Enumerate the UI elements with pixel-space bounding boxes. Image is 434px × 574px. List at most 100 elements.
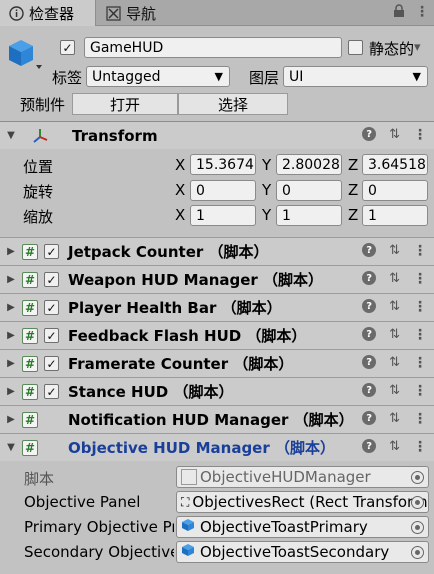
component-title: Jetpack Counter （脚本） [68, 243, 269, 261]
help-icon[interactable]: ? [362, 299, 377, 313]
rotation-x-input[interactable]: 0 [190, 180, 256, 201]
more-options-icon[interactable]: ⋮ [413, 327, 427, 343]
tab-navigation[interactable]: 导航 [97, 0, 187, 26]
objective-panel-label: Objective Panel [24, 493, 141, 511]
object-picker-icon[interactable] [411, 521, 424, 534]
expand-arrow-icon[interactable]: ▶ [0, 246, 22, 257]
info-icon [8, 5, 24, 21]
help-icon[interactable]: ? [362, 271, 377, 285]
more-options-icon[interactable]: ⋮ [413, 439, 427, 455]
more-options-icon[interactable]: ⋮ [413, 355, 427, 371]
object-name-value: GameHUD [90, 39, 164, 56]
chevron-down-icon: ▼ [412, 70, 421, 83]
expand-arrow-icon[interactable]: ▶ [0, 386, 22, 397]
script-icon: # [22, 243, 38, 260]
more-options-icon[interactable]: ⋮ [415, 4, 429, 22]
more-options-icon[interactable]: ⋮ [413, 243, 427, 259]
transform-header[interactable]: ▼ Transform ? ⇅ ⋮ [0, 121, 434, 149]
script-icon [181, 469, 197, 485]
collapse-arrow-icon[interactable]: ▼ [0, 130, 22, 141]
more-options-icon[interactable]: ⋮ [413, 127, 427, 143]
component-enabled-checkbox[interactable]: ✓ [44, 272, 59, 287]
presets-icon[interactable]: ⇅ [389, 243, 400, 259]
component-title: Objective HUD Manager （脚本） [68, 439, 335, 457]
component-tools: ? ⇅ ⋮ [362, 271, 427, 287]
position-x-input[interactable]: 15.3674 [190, 154, 256, 175]
scale-x-input[interactable]: 1 [190, 205, 256, 226]
presets-icon[interactable]: ⇅ [389, 271, 400, 287]
scale-z-input[interactable]: 1 [362, 205, 428, 226]
static-dropdown-icon[interactable]: ▾ [414, 40, 421, 55]
presets-icon[interactable]: ⇅ [389, 299, 400, 315]
expand-arrow-icon[interactable]: ▶ [0, 302, 22, 313]
secondary-objective-value: ObjectiveToastSecondary [200, 543, 390, 561]
component-objective-hud-manager[interactable]: ▼ # Objective HUD Manager （脚本） ? ⇅ ⋮ [0, 433, 434, 461]
objective-panel-field[interactable]: ⛶ ObjectivesRect (Rect Transform) [176, 491, 429, 513]
script-field-label: 脚本 [24, 470, 55, 488]
rotation-y-input[interactable]: 0 [276, 180, 342, 201]
script-icon: # [22, 439, 38, 456]
presets-icon[interactable]: ⇅ [389, 355, 400, 371]
object-picker-icon[interactable] [411, 546, 424, 559]
position-z-input[interactable]: 3.645181 [362, 154, 428, 175]
primary-objective-label: Primary Objective Prefab [24, 518, 174, 536]
expand-arrow-icon[interactable]: ▶ [0, 358, 22, 369]
primary-objective-value: ObjectiveToastPrimary [200, 518, 368, 536]
active-checkbox[interactable]: ✓ [60, 40, 75, 55]
secondary-objective-field[interactable]: ObjectiveToastSecondary [176, 541, 429, 563]
script-icon: # [22, 355, 38, 372]
select-prefab-button[interactable]: 选择 [178, 93, 288, 115]
help-icon[interactable]: ? [362, 383, 377, 397]
primary-objective-field[interactable]: ObjectiveToastPrimary [176, 516, 429, 538]
help-icon[interactable]: ? [362, 355, 377, 369]
help-icon[interactable]: ? [362, 127, 377, 141]
presets-icon[interactable]: ⇅ [389, 411, 400, 427]
scale-y-input[interactable]: 1 [276, 205, 342, 226]
static-checkbox[interactable] [348, 40, 363, 55]
component-framerate-counter[interactable]: ▶ # ✓ Framerate Counter （脚本） ? ⇅ ⋮ [0, 349, 434, 377]
object-picker-icon[interactable] [411, 496, 424, 509]
lock-icon[interactable] [393, 4, 405, 22]
position-label: 位置 [23, 158, 54, 176]
component-enabled-checkbox[interactable]: ✓ [44, 384, 59, 399]
component-enabled-checkbox[interactable]: ✓ [44, 244, 59, 259]
component-title: Feedback Flash HUD （脚本） [68, 327, 307, 345]
component-enabled-checkbox[interactable]: ✓ [44, 300, 59, 315]
collapse-arrow-icon[interactable]: ▼ [0, 442, 22, 453]
presets-icon[interactable]: ⇅ [389, 127, 400, 143]
component-stance-hud[interactable]: ▶ # ✓ Stance HUD （脚本） ? ⇅ ⋮ [0, 377, 434, 405]
component-tools: ? ⇅ ⋮ [362, 327, 427, 343]
component-player-health-bar[interactable]: ▶ # ✓ Player Health Bar （脚本） ? ⇅ ⋮ [0, 293, 434, 321]
presets-icon[interactable]: ⇅ [389, 383, 400, 399]
component-notification-hud-manager[interactable]: ▶ # Notification HUD Manager （脚本） ? ⇅ ⋮ [0, 405, 434, 433]
presets-icon[interactable]: ⇅ [389, 439, 400, 455]
more-options-icon[interactable]: ⋮ [413, 411, 427, 427]
help-icon[interactable]: ? [362, 439, 377, 453]
component-enabled-checkbox[interactable]: ✓ [44, 328, 59, 343]
layer-dropdown[interactable]: UI ▼ [283, 66, 428, 87]
help-icon[interactable]: ? [362, 243, 377, 257]
expand-arrow-icon[interactable]: ▶ [0, 274, 22, 285]
component-weapon-hud-manager[interactable]: ▶ # ✓ Weapon HUD Manager （脚本） ? ⇅ ⋮ [0, 265, 434, 293]
rotation-y-value: 0 [282, 182, 291, 199]
secondary-objective-label-clip: Secondary Objective Prefab [24, 543, 174, 561]
expand-arrow-icon[interactable]: ▶ [0, 414, 22, 425]
position-y-input[interactable]: 2.80028 [276, 154, 342, 175]
presets-icon[interactable]: ⇅ [389, 327, 400, 343]
more-options-icon[interactable]: ⋮ [413, 271, 427, 287]
open-prefab-button[interactable]: 打开 [72, 93, 178, 115]
tag-dropdown[interactable]: Untagged ▼ [86, 66, 230, 87]
object-name-input[interactable]: GameHUD [84, 37, 342, 58]
component-jetpack-counter[interactable]: ▶ # ✓ Jetpack Counter （脚本） ? ⇅ ⋮ [0, 237, 434, 265]
tab-inspector[interactable]: 检查器 [0, 0, 96, 26]
help-icon[interactable]: ? [362, 411, 377, 425]
navigation-icon [105, 5, 121, 21]
more-options-icon[interactable]: ⋮ [413, 299, 427, 315]
component-enabled-checkbox[interactable]: ✓ [44, 356, 59, 371]
more-options-icon[interactable]: ⋮ [413, 383, 427, 399]
gameobject-cube-icon[interactable] [6, 38, 46, 72]
expand-arrow-icon[interactable]: ▶ [0, 330, 22, 341]
rotation-z-input[interactable]: 0 [362, 180, 428, 201]
component-feedback-flash-hud[interactable]: ▶ # ✓ Feedback Flash HUD （脚本） ? ⇅ ⋮ [0, 321, 434, 349]
help-icon[interactable]: ? [362, 327, 377, 341]
